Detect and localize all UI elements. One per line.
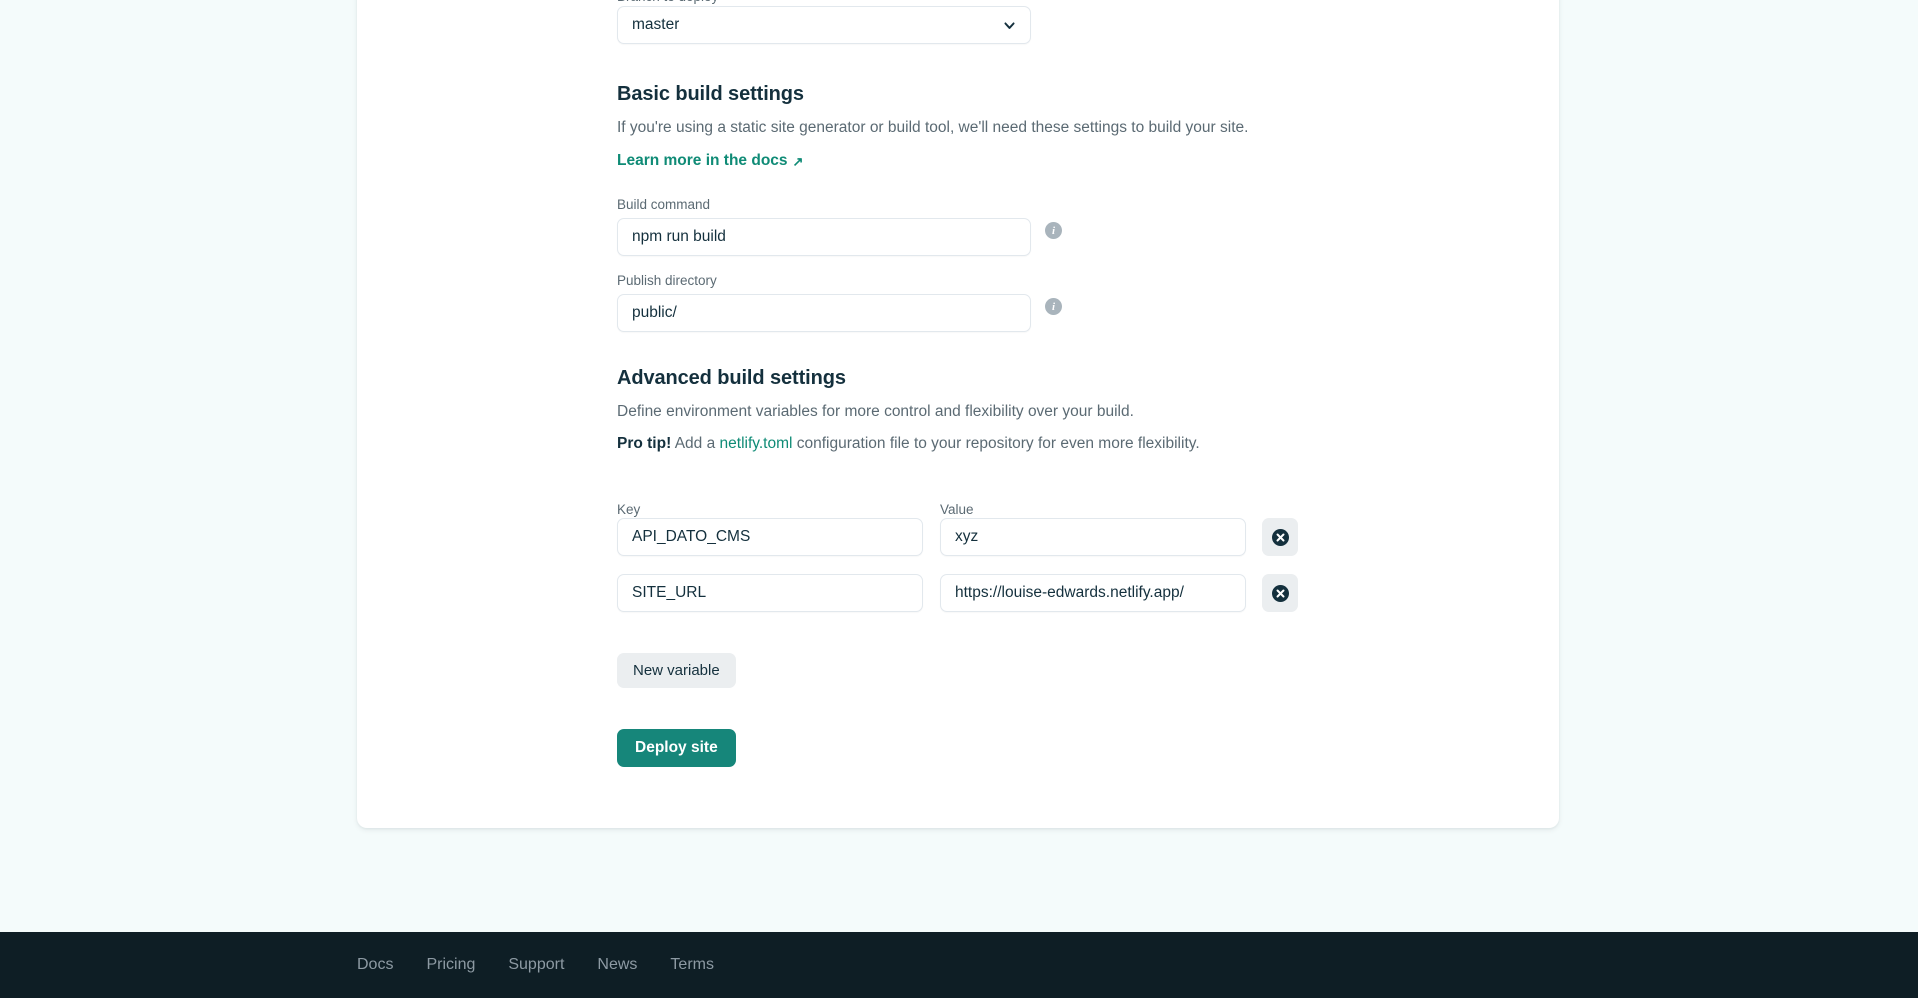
advanced-build-protip: Pro tip! Add a netlify.toml configuratio… [617, 433, 1200, 455]
site-footer: Docs Pricing Support News Terms [0, 932, 1918, 998]
footer-link-terms[interactable]: Terms [670, 956, 714, 974]
footer-link-news[interactable]: News [597, 956, 637, 974]
delete-variable-button[interactable] [1262, 518, 1298, 556]
publish-directory-label: Publish directory [617, 273, 717, 288]
chevron-down-icon [1004, 21, 1015, 29]
new-variable-button[interactable]: New variable [617, 653, 736, 688]
footer-link-support[interactable]: Support [508, 956, 564, 974]
publish-directory-group: Publish directory public/ [617, 272, 1031, 332]
build-command-group: Build command npm run build [617, 196, 1031, 256]
env-key-value: API_DATO_CMS [632, 528, 751, 545]
publish-directory-input[interactable]: public/ [617, 294, 1031, 332]
footer-link-pricing[interactable]: Pricing [426, 956, 475, 974]
env-value-value: xyz [955, 528, 979, 545]
delete-variable-button[interactable] [1262, 574, 1298, 612]
branch-to-deploy-value: master [632, 16, 680, 33]
docs-link-label: Learn more in the docs [617, 152, 788, 169]
env-key-value: SITE_URL [632, 584, 707, 601]
close-circle-icon [1271, 528, 1289, 546]
env-value-input[interactable]: xyz [940, 518, 1246, 556]
build-command-input[interactable]: npm run build [617, 218, 1031, 256]
protip-label: Pro tip! [617, 435, 672, 452]
footer-nav: Docs Pricing Support News Terms [357, 956, 714, 974]
external-link-arrow-icon: ↗ [792, 153, 804, 169]
learn-more-in-the-docs-link[interactable]: Learn more in the docs ↗ [617, 152, 803, 170]
deploy-site-button[interactable]: Deploy site [617, 729, 736, 767]
build-command-value: npm run build [632, 228, 726, 245]
advanced-build-settings-description: Define environment variables for more co… [617, 403, 1134, 420]
netlify-toml-link[interactable]: netlify.toml [720, 435, 793, 452]
info-icon[interactable]: i [1045, 298, 1062, 315]
basic-build-settings-description: If you're using a static site generator … [617, 119, 1249, 136]
env-column-header-key: Key [617, 502, 641, 517]
footer-link-docs[interactable]: Docs [357, 956, 393, 974]
env-variable-row: SITE_URL https://louise-edwards.netlify.… [617, 574, 1298, 612]
env-value-input[interactable]: https://louise-edwards.netlify.app/ [940, 574, 1246, 612]
protip-text-after: configuration file to your repository fo… [792, 435, 1200, 452]
env-variable-row: API_DATO_CMS xyz [617, 518, 1298, 556]
env-column-header-value: Value [940, 502, 974, 517]
advanced-build-settings-heading: Advanced build settings [617, 367, 846, 389]
close-circle-icon [1271, 584, 1289, 602]
branch-to-deploy-select[interactable]: master [617, 6, 1031, 44]
basic-build-settings-heading: Basic build settings [617, 83, 804, 105]
env-key-input[interactable]: SITE_URL [617, 574, 923, 612]
build-command-label: Build command [617, 197, 711, 212]
publish-directory-value: public/ [632, 304, 677, 321]
info-icon[interactable]: i [1045, 222, 1062, 239]
env-key-input[interactable]: API_DATO_CMS [617, 518, 923, 556]
protip-text-before: Add a [671, 435, 720, 452]
page-root: Branch to deploy master Basic build sett… [0, 0, 1918, 998]
env-value-value: https://louise-edwards.netlify.app/ [955, 584, 1184, 601]
